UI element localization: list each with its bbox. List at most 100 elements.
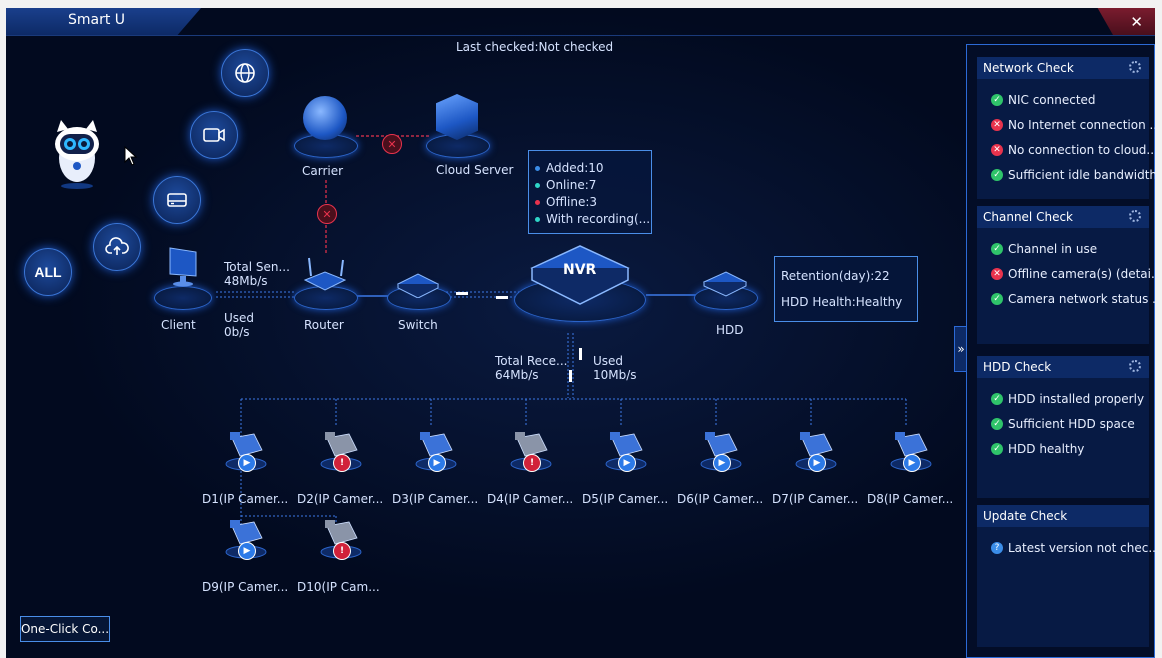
bullet-icon <box>535 217 540 222</box>
check-item-text: HDD installed properly <box>1008 392 1145 406</box>
nvr-stat-item: Online:7 <box>535 178 596 192</box>
gear-icon[interactable] <box>1129 61 1141 73</box>
gear-icon[interactable] <box>1129 210 1141 222</box>
check-item-text: No connection to cloud.. <box>1008 143 1155 157</box>
check-item-text: HDD healthy <box>1008 442 1085 456</box>
help-icon: ? <box>991 542 1003 554</box>
nvr-channel-popup: Added:10 Online:7 Offline:3 With recording(… <box>528 150 652 234</box>
check-item-text: Channel in use <box>1008 242 1098 256</box>
switch-icon[interactable] <box>394 270 442 299</box>
camera-item[interactable]: ! <box>311 426 371 486</box>
alert-status-icon: ! <box>333 542 351 560</box>
channel-check-item: ✓ Camera network status .. <box>991 292 1160 306</box>
one-click-label: One-Click Co... <box>20 622 110 636</box>
camera-item[interactable]: ▶ <box>881 426 941 486</box>
network-check-item: ✕ No connection to cloud.. <box>991 143 1154 157</box>
bullet-icon <box>535 183 540 188</box>
update-check-item: ? Latest version not chec... <box>991 541 1160 555</box>
camera-label: D9(IP Camer... <box>202 580 289 594</box>
play-status-icon: ▶ <box>808 454 826 472</box>
camera-item[interactable]: ▶ <box>786 426 846 486</box>
check-item-text: No Internet connection .. <box>1008 118 1158 132</box>
play-status-icon: ▶ <box>428 454 446 472</box>
camera-item[interactable]: ▶ <box>596 426 656 486</box>
network-check-item: ✓ Sufficient idle bandwidth <box>991 168 1157 182</box>
cloud-server-icon[interactable] <box>436 94 478 140</box>
camera-item[interactable]: ▶ <box>406 426 466 486</box>
camera-label: D4(IP Camer... <box>487 492 574 506</box>
camera-label: D7(IP Camer... <box>772 492 859 506</box>
camera-label: D10(IP Cam... <box>297 580 380 594</box>
channel-check-header[interactable]: Channel Check <box>977 206 1149 228</box>
camera-label: D2(IP Camer... <box>297 492 384 506</box>
client-monitor-icon[interactable] <box>166 246 200 287</box>
check-item-text: Sufficient idle bandwidth <box>1008 168 1158 182</box>
error-icon: ✕ <box>991 119 1003 131</box>
network-check-list: ✓ NIC connected ✕ No Internet connection ..… <box>977 79 1157 199</box>
camera-label: D1(IP Camer... <box>202 492 289 506</box>
camera-item[interactable]: ▶ <box>691 426 751 486</box>
check-icon: ✓ <box>991 293 1003 305</box>
check-item-text: Sufficient HDD space <box>1008 417 1135 431</box>
check-icon: ✓ <box>991 169 1003 181</box>
used-receive-value: 10Mb/s <box>593 368 637 382</box>
check-icon: ✓ <box>991 393 1003 405</box>
client-base <box>154 286 212 310</box>
camera-label: D3(IP Camer... <box>392 492 479 506</box>
camera-item[interactable]: ! <box>311 514 371 574</box>
update-check-title: Update Check <box>983 509 1068 523</box>
one-click-button[interactable]: One-Click Co... <box>20 616 110 642</box>
check-item-text: Offline camera(s) (detai.. <box>1008 267 1159 281</box>
network-check-item: ✓ NIC connected <box>991 93 1096 107</box>
camera-label: D6(IP Camer... <box>677 492 764 506</box>
router-icon[interactable] <box>301 256 349 296</box>
channel-check-item: ✕ Offline camera(s) (detai.. <box>991 267 1159 281</box>
check-item-text: NIC connected <box>1008 93 1096 107</box>
check-icon: ✓ <box>991 443 1003 455</box>
check-icon: ✓ <box>991 243 1003 255</box>
update-check-header[interactable]: Update Check <box>977 505 1149 527</box>
switch-label: Switch <box>398 318 438 332</box>
bullet-icon <box>535 166 540 171</box>
used-receive-label: Used <box>593 354 624 368</box>
check-icon: ✓ <box>991 94 1003 106</box>
check-item-text: Latest version not chec... <box>1008 541 1160 555</box>
alert-status-icon: ! <box>523 454 541 472</box>
camera-item[interactable]: ▶ <box>216 426 276 486</box>
error-icon: ✕ <box>991 144 1003 156</box>
hdd-check-list: ✓ HDD installed properly ✓ Sufficient HDD s… <box>977 378 1149 498</box>
smart-u-window: Smart U ✕ Last checked:Not checked ALL ✕… <box>6 8 1160 658</box>
disconnect-icon: ✕ <box>317 204 337 224</box>
hdd-check-header[interactable]: HDD Check <box>977 356 1149 378</box>
hdd-health-text: HDD Health:Healthy <box>781 295 903 309</box>
total-receive-value: 64Mb/s <box>495 368 539 382</box>
nvr-stat-text: Added:10 <box>546 161 604 175</box>
nvr-label: NVR <box>563 262 597 278</box>
client-label: Client <box>161 318 196 332</box>
check-results-panel: Network Check ✓ NIC connected ✕ No Internet… <box>966 44 1160 658</box>
used-send-label: Used <box>224 311 255 325</box>
play-status-icon: ▶ <box>903 454 921 472</box>
nvr-stat-text: With recording(... <box>546 212 651 226</box>
camera-label: D8(IP Camer... <box>867 492 954 506</box>
network-check-header[interactable]: Network Check <box>977 57 1149 79</box>
nvr-stat-item: Offline:3 <box>535 195 597 209</box>
camera-item[interactable]: ! <box>501 426 561 486</box>
check-item-text: Camera network status .. <box>1008 292 1160 306</box>
camera-item[interactable]: ▶ <box>216 514 276 574</box>
gear-icon[interactable] <box>1129 360 1141 372</box>
channel-check-list: ✓ Channel in use ✕ Offline camera(s) (detai… <box>977 228 1160 344</box>
total-receive-label: Total Rece... <box>495 354 568 368</box>
carrier-label: Carrier <box>302 164 344 178</box>
hdd-label: HDD <box>716 323 744 337</box>
disconnect-icon: ✕ <box>382 134 402 154</box>
play-status-icon: ▶ <box>238 542 256 560</box>
play-status-icon: ▶ <box>713 454 731 472</box>
network-check-title: Network Check <box>983 61 1074 75</box>
camera-label: D5(IP Camer... <box>582 492 669 506</box>
hdd-device-icon[interactable] <box>700 268 750 298</box>
router-label: Router <box>304 318 344 332</box>
network-check-item: ✕ No Internet connection .. <box>991 118 1157 132</box>
carrier-globe-icon[interactable] <box>303 96 347 140</box>
hdd-info-popup: Retention(day):22 HDD Health:Healthy <box>774 256 918 322</box>
